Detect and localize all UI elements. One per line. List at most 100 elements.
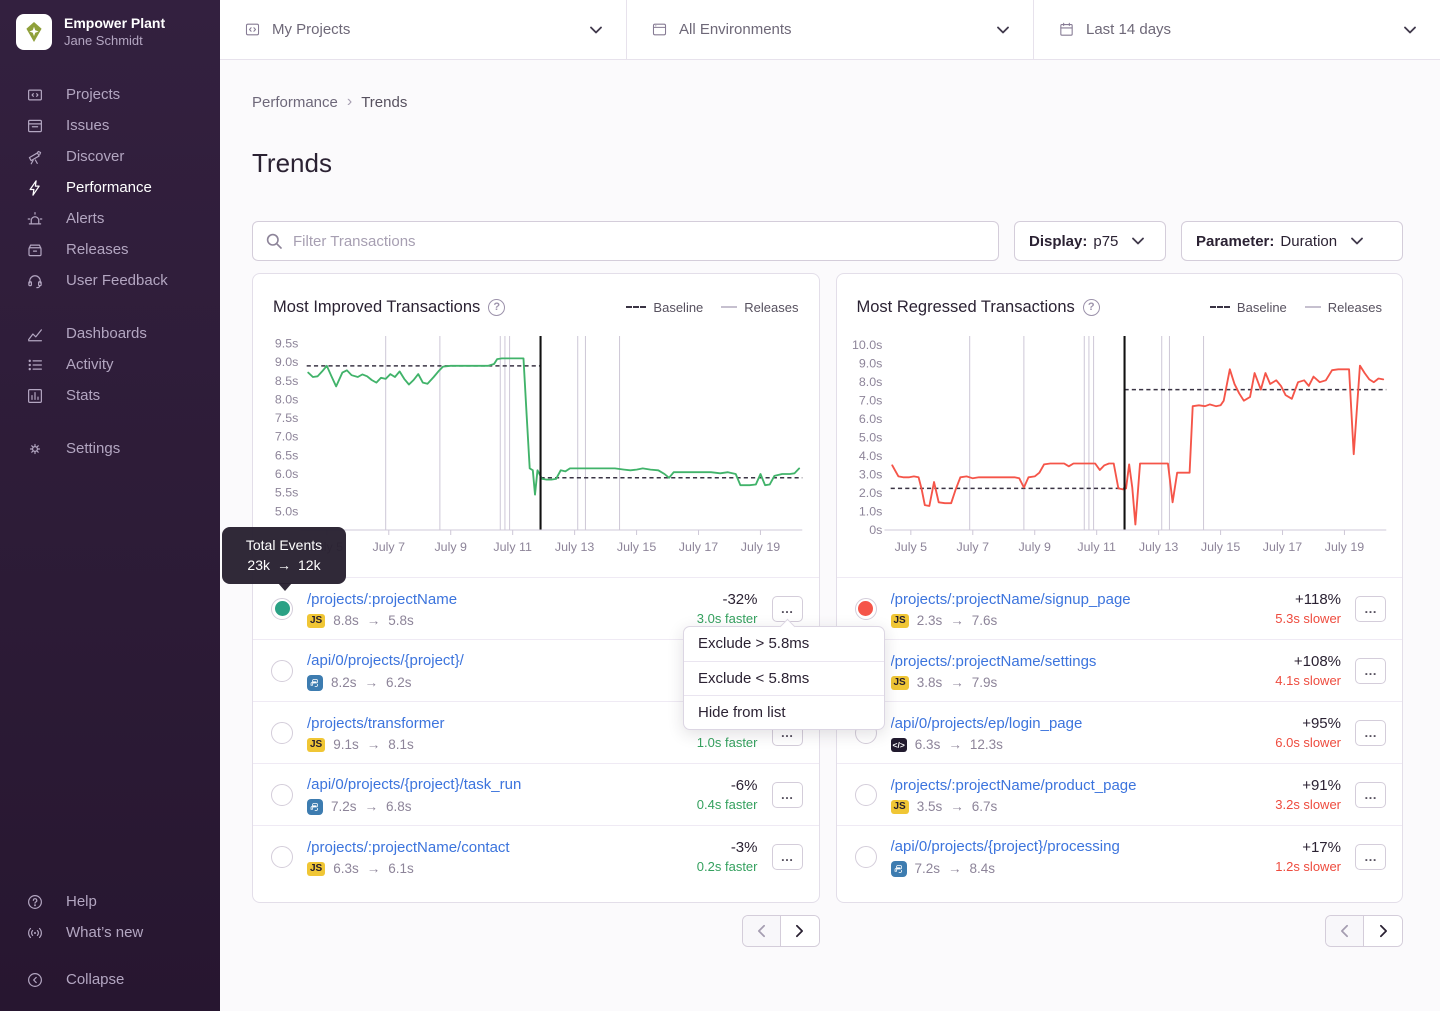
- sidebar-item-settings[interactable]: Settings: [0, 433, 220, 464]
- radio-button[interactable]: [855, 846, 877, 868]
- svg-text:9.0s: 9.0s: [858, 357, 882, 371]
- transaction-context-menu: Exclude > 5.8ms Exclude < 5.8ms Hide fro…: [683, 626, 885, 730]
- more-options-button[interactable]: …: [1355, 844, 1386, 870]
- environment-filter[interactable]: All Environments: [626, 0, 1033, 59]
- sidebar-item-projects[interactable]: Projects: [0, 79, 220, 110]
- display-dropdown[interactable]: Display: p75: [1014, 221, 1166, 261]
- trend-percent: +91%: [1271, 777, 1341, 794]
- legend-releases[interactable]: Releases: [1305, 300, 1382, 315]
- improved-transaction-list: /projects/:projectName JS 8.8s → 5.8s: [253, 577, 819, 887]
- more-options-button[interactable]: …: [1355, 782, 1386, 808]
- sidebar-item-label: Alerts: [66, 210, 104, 227]
- more-options-button[interactable]: …: [1355, 720, 1386, 746]
- more-options-button[interactable]: …: [772, 844, 803, 870]
- transaction-link[interactable]: /api/0/projects/{project}/: [307, 650, 674, 672]
- sidebar-item-activity[interactable]: Activity: [0, 349, 220, 380]
- previous-page-button[interactable]: [743, 916, 781, 946]
- radio-button[interactable]: [271, 784, 293, 806]
- arrow-right-icon: →: [365, 675, 379, 690]
- transaction-link[interactable]: /projects/:projectName/product_page: [891, 775, 1258, 797]
- sidebar-item-label: What’s new: [66, 924, 143, 941]
- next-page-button[interactable]: [1364, 916, 1402, 946]
- arrow-right-icon: →: [950, 799, 964, 814]
- svg-text:1.0s: 1.0s: [858, 505, 882, 519]
- sidebar-item-performance[interactable]: Performance: [0, 172, 220, 203]
- releases-archive-icon: [26, 241, 44, 259]
- radio-button[interactable]: [271, 598, 293, 620]
- svg-text:7.0s: 7.0s: [858, 394, 882, 408]
- project-filter[interactable]: My Projects: [220, 0, 626, 59]
- more-options-button[interactable]: …: [1355, 596, 1386, 622]
- transaction-link[interactable]: /projects/:projectName/signup_page: [891, 589, 1258, 611]
- python-platform-icon: [307, 675, 323, 691]
- more-options-button[interactable]: …: [772, 782, 803, 808]
- duration-after: 8.4s: [970, 861, 996, 876]
- org-logo: [16, 14, 52, 50]
- sidebar-item-discover[interactable]: Discover: [0, 141, 220, 172]
- radio-button[interactable]: [271, 660, 293, 682]
- menu-item-hide-from-list[interactable]: Hide from list: [684, 695, 884, 729]
- help-circle-icon[interactable]: ?: [1083, 299, 1100, 316]
- menu-item-exclude-lt[interactable]: Exclude < 5.8ms: [684, 661, 884, 695]
- radio-button[interactable]: [271, 846, 293, 868]
- previous-page-button[interactable]: [1326, 916, 1364, 946]
- duration-after: 12.3s: [970, 737, 1003, 752]
- transaction-link[interactable]: /api/0/projects/{project}/task_run: [307, 774, 674, 796]
- help-circle-icon[interactable]: ?: [488, 299, 505, 316]
- trend-delta: 6.0s slower: [1271, 735, 1341, 750]
- legend-baseline[interactable]: Baseline: [626, 300, 703, 315]
- breadcrumb-performance[interactable]: Performance: [252, 94, 338, 111]
- sidebar-item-stats[interactable]: Stats: [0, 380, 220, 411]
- svg-text:0s: 0s: [869, 523, 882, 537]
- trend-delta: 1.0s faster: [688, 735, 758, 750]
- sidebar-item-help[interactable]: Help: [0, 886, 220, 917]
- most-improved-panel: Most Improved Transactions ? Baseline Re…: [252, 273, 820, 903]
- org-switcher[interactable]: Empower Plant Jane Schmidt: [0, 14, 220, 50]
- sidebar-item-collapse[interactable]: Collapse: [0, 964, 220, 995]
- sidebar-item-whats-new[interactable]: What’s new: [0, 917, 220, 948]
- svg-text:July 15: July 15: [617, 540, 657, 554]
- ellipsis-icon: …: [781, 788, 794, 801]
- radio-button[interactable]: [855, 598, 877, 620]
- trend-delta: 3.0s faster: [688, 611, 758, 626]
- regressed-chart[interactable]: July 5July 7July 9July 11July 13July 15J…: [843, 330, 1393, 572]
- sidebar-item-label: Discover: [66, 148, 124, 165]
- svg-text:2.0s: 2.0s: [858, 486, 882, 500]
- releases-line-sample: [1305, 306, 1321, 308]
- transaction-link[interactable]: /projects/:projectName: [307, 589, 674, 611]
- sidebar-item-dashboards[interactable]: Dashboards: [0, 318, 220, 349]
- next-page-button[interactable]: [781, 916, 819, 946]
- legend-baseline[interactable]: Baseline: [1210, 300, 1287, 315]
- svg-text:3.0s: 3.0s: [858, 468, 882, 482]
- transaction-link[interactable]: /projects/:projectName/settings: [891, 651, 1258, 673]
- svg-text:July 13: July 13: [1138, 540, 1178, 554]
- more-options-button[interactable]: …: [1355, 658, 1386, 684]
- sidebar-item-releases[interactable]: Releases: [0, 234, 220, 265]
- chevron-down-icon: [997, 26, 1009, 34]
- transaction-link[interactable]: /projects/transformer: [307, 713, 674, 735]
- javascript-platform-icon: JS: [307, 862, 325, 876]
- broadcast-icon: [26, 924, 44, 942]
- sidebar-item-alerts[interactable]: Alerts: [0, 203, 220, 234]
- date-range-filter[interactable]: Last 14 days: [1033, 0, 1440, 59]
- transaction-link[interactable]: /api/0/projects/{project}/processing: [891, 836, 1258, 858]
- arrow-right-icon: →: [948, 861, 962, 876]
- radio-button[interactable]: [271, 722, 293, 744]
- parameter-dropdown[interactable]: Parameter: Duration: [1181, 221, 1403, 261]
- sidebar-item-label: Projects: [66, 86, 120, 103]
- transaction-link[interactable]: /projects/:projectName/contact: [307, 837, 674, 859]
- arrow-right-icon: →: [367, 737, 381, 752]
- duration-after: 6.1s: [388, 861, 414, 876]
- menu-item-exclude-gt[interactable]: Exclude > 5.8ms: [684, 627, 884, 661]
- transaction-link[interactable]: /api/0/projects/ep/login_page: [891, 713, 1258, 735]
- radio-button[interactable]: [855, 784, 877, 806]
- sidebar-item-issues[interactable]: Issues: [0, 110, 220, 141]
- tooltip-from: 23k: [247, 556, 270, 576]
- duration-before: 8.8s: [333, 613, 359, 628]
- legend-releases[interactable]: Releases: [721, 300, 798, 315]
- baseline-dash-sample: [626, 306, 646, 308]
- search-input[interactable]: [252, 221, 999, 261]
- svg-text:5.0s: 5.0s: [275, 505, 299, 519]
- sidebar-item-user-feedback[interactable]: User Feedback: [0, 265, 220, 296]
- baseline-dash-sample: [1210, 306, 1230, 308]
